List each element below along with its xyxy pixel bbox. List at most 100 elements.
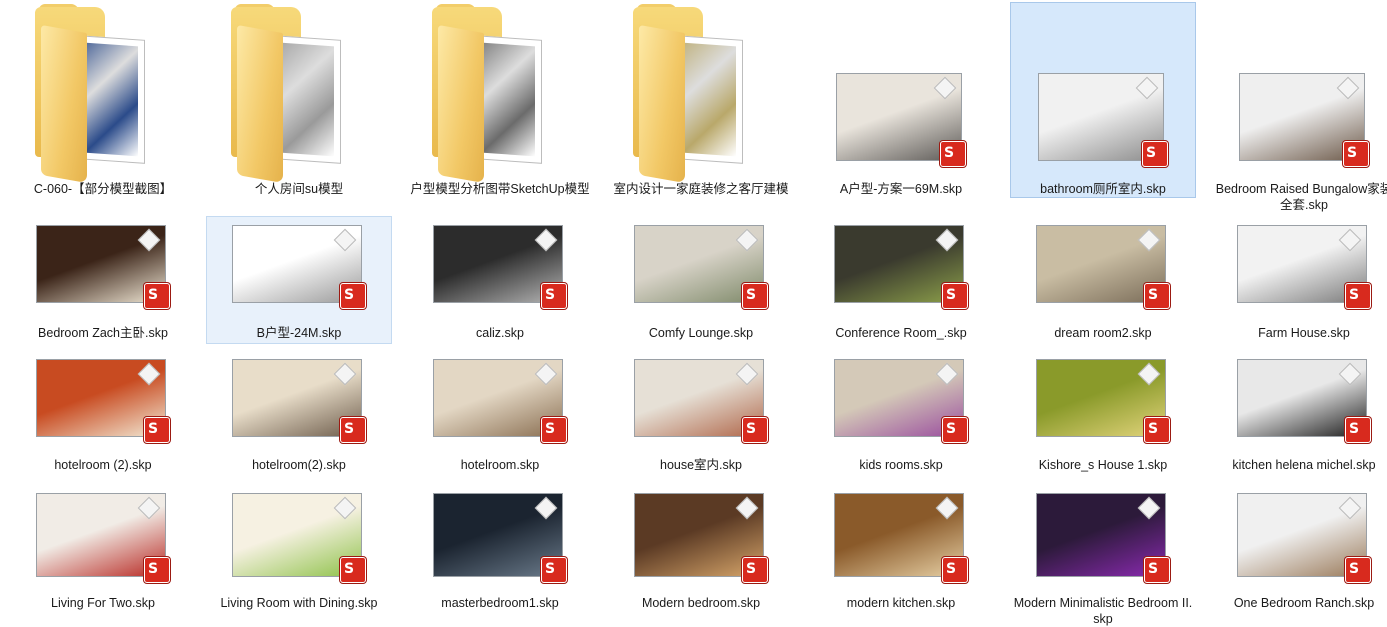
sketchup-file-icon: S (1345, 283, 1371, 309)
sketchup-file-icon: S (144, 417, 170, 443)
file-name-label: 户型模型分析图带SketchUp模型 (410, 182, 590, 196)
file-thumbnail: S (809, 487, 993, 599)
skp-file-item[interactable]: S Kishore_s House 1.skp (1010, 348, 1196, 476)
file-name-label: Living Room with Dining.skp (220, 596, 378, 610)
sketchup-file-icon: S (1144, 417, 1170, 443)
corner-mark-icon (333, 362, 357, 386)
file-thumbnail: S (609, 349, 793, 459)
file-name-label: Bedroom Raised Bungalow家装全套.skp (1215, 182, 1387, 212)
skp-file-item[interactable]: S Living For Two.skp (10, 486, 196, 627)
skp-file-item[interactable]: S B户型-24M.skp (206, 216, 392, 344)
corner-mark-icon (1338, 496, 1362, 520)
corner-mark-icon (1338, 228, 1362, 252)
sketchup-file-icon: S (742, 417, 768, 443)
corner-mark-icon (735, 496, 759, 520)
folder-icon (609, 3, 793, 184)
skp-file-item[interactable]: Shotelroom(2).skp (206, 348, 392, 476)
skp-file-item[interactable]: Shotelroom.skp (407, 348, 593, 476)
file-name-label: kids rooms.skp (859, 458, 943, 472)
skp-file-item[interactable]: Shouse室内.skp (608, 348, 794, 476)
folder-item[interactable]: 户型模型分析图带SketchUp模型 (407, 2, 593, 198)
file-name-label: hotelroom (2).skp (54, 458, 152, 472)
skp-file-item[interactable]: S A户型-方案一69M.skp (808, 2, 994, 198)
sketchup-file-icon: S (1142, 141, 1168, 167)
file-thumbnail: S (1212, 3, 1387, 181)
skp-file-item[interactable]: S Bedroom Zach主卧.skp (10, 216, 196, 344)
skp-file-item[interactable]: S Conference Room_.skp (808, 216, 994, 344)
corner-mark-icon (534, 496, 558, 520)
skp-file-item[interactable]: S Modern Minimalistic Bedroom II.skp (1010, 486, 1196, 627)
folder-item[interactable]: 室内设计一家庭装修之客厅建模 (608, 2, 794, 198)
file-name-label: 个人房间su模型 (254, 182, 344, 196)
file-name-label: Modern bedroom.skp (641, 596, 761, 610)
folder-icon (408, 3, 592, 184)
sketchup-file-icon: S (340, 557, 366, 583)
file-thumbnail: S (408, 217, 592, 327)
file-name-label: hotelroom.skp (460, 458, 540, 472)
corner-mark-icon (935, 228, 959, 252)
sketchup-file-icon: S (541, 417, 567, 443)
sketchup-file-icon: S (144, 557, 170, 583)
corner-mark-icon (935, 362, 959, 386)
file-name-label: Kishore_s House 1.skp (1038, 458, 1168, 472)
corner-mark-icon (1338, 362, 1362, 386)
folder-item[interactable]: C-060-【部分模型截图】 (10, 2, 196, 198)
file-name-label: C-060-【部分模型截图】 (33, 182, 173, 196)
file-name-label: masterbedroom1.skp (441, 596, 559, 610)
file-name-label: hotelroom(2).skp (252, 458, 346, 472)
file-thumbnail: S (207, 349, 391, 459)
skp-file-item[interactable]: Smasterbedroom1.skp (407, 486, 593, 627)
skp-file-item[interactable]: S Comfy Lounge.skp (608, 216, 794, 344)
sketchup-file-icon: S (940, 141, 966, 167)
file-thumbnail: S (1011, 487, 1195, 599)
file-name-label: 室内设计一家庭装修之客厅建模 (613, 182, 789, 196)
file-name-label: house室内.skp (660, 458, 742, 472)
file-thumbnail: S (207, 217, 391, 327)
skp-file-item[interactable]: Sbathroom厕所室内.skp (1010, 2, 1196, 198)
file-name-label: B户型-24M.skp (256, 326, 342, 340)
file-thumbnail: S (207, 487, 391, 599)
skp-file-item[interactable]: Skids rooms.skp (808, 348, 994, 476)
file-thumbnail: S (609, 217, 793, 327)
skp-file-item[interactable]: S Bedroom Raised Bungalow家装全套.skp (1211, 2, 1387, 212)
sketchup-file-icon: S (1144, 283, 1170, 309)
folder-item[interactable]: 个人房间su模型 (206, 2, 392, 198)
folder-icon (207, 3, 391, 184)
sketchup-file-icon: S (340, 417, 366, 443)
file-thumbnail: S (1212, 349, 1387, 459)
sketchup-file-icon: S (742, 557, 768, 583)
corner-mark-icon (735, 228, 759, 252)
corner-mark-icon (1137, 496, 1161, 520)
skp-file-item[interactable]: S One Bedroom Ranch.skp (1211, 486, 1387, 627)
file-thumbnail: S (609, 487, 793, 599)
sketchup-file-icon: S (541, 557, 567, 583)
file-name-label: dream room2.skp (1054, 326, 1152, 340)
corner-mark-icon (137, 228, 161, 252)
corner-mark-icon (1137, 228, 1161, 252)
file-name-label: kitchen helena michel.skp (1232, 458, 1376, 472)
file-thumbnail: S (809, 217, 993, 327)
corner-mark-icon (1135, 76, 1159, 100)
corner-mark-icon (137, 496, 161, 520)
file-thumbnail: S (809, 349, 993, 459)
sketchup-file-icon: S (942, 283, 968, 309)
skp-file-item[interactable]: Sdream room2.skp (1010, 216, 1196, 344)
sketchup-file-icon: S (1343, 141, 1369, 167)
corner-mark-icon (1336, 76, 1360, 100)
corner-mark-icon (933, 76, 957, 100)
skp-file-item[interactable]: S Living Room with Dining.skp (206, 486, 392, 627)
sketchup-file-icon: S (942, 417, 968, 443)
skp-file-item[interactable]: Scaliz.skp (407, 216, 593, 344)
file-name-label: caliz.skp (476, 326, 524, 340)
file-name-label: Living For Two.skp (51, 596, 155, 610)
file-name-label: One Bedroom Ranch.skp (1233, 596, 1375, 610)
file-thumbnail: S (1212, 217, 1387, 327)
skp-file-item[interactable]: Smodern kitchen.skp (808, 486, 994, 627)
skp-file-item[interactable]: S Farm House.skp (1211, 216, 1387, 344)
corner-mark-icon (935, 496, 959, 520)
sketchup-file-icon: S (1144, 557, 1170, 583)
skp-file-item[interactable]: Shotelroom (2).skp (10, 348, 196, 476)
corner-mark-icon (333, 228, 357, 252)
skp-file-item[interactable]: Skitchen helena michel.skp (1211, 348, 1387, 476)
skp-file-item[interactable]: S Modern bedroom.skp (608, 486, 794, 627)
